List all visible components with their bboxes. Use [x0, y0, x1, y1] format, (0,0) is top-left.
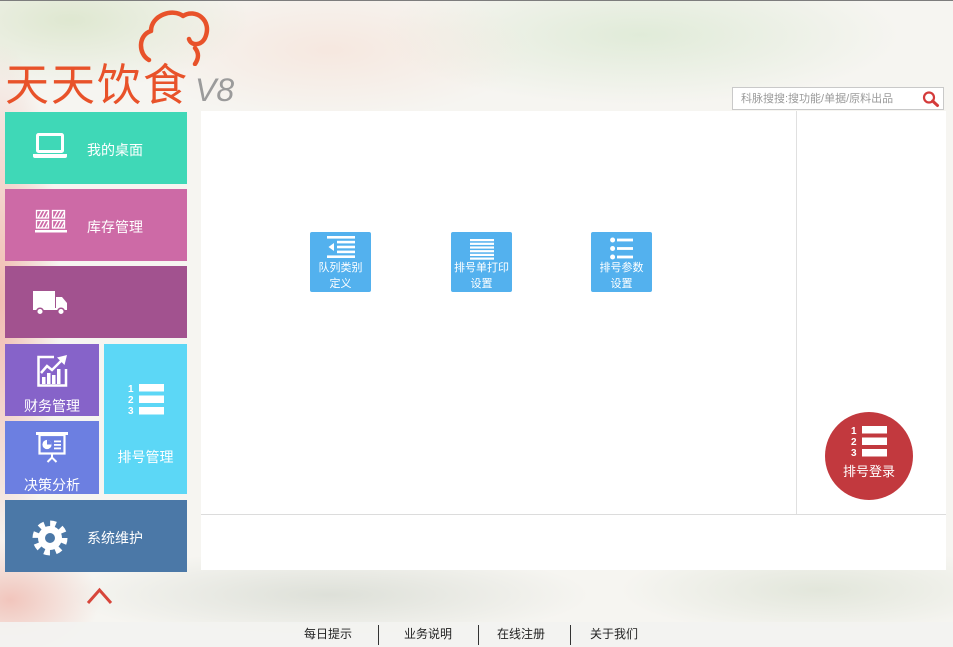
- sidebar-tile-system-maintenance[interactable]: 系统维护: [5, 500, 187, 572]
- sidebar-tile-label: 决策分析: [24, 477, 80, 493]
- sidebar-tile-finance[interactable]: 财务管理: [5, 344, 99, 416]
- sidebar-tile-label: 排号管理: [117, 449, 174, 465]
- search-box[interactable]: [732, 87, 944, 110]
- footer-divider: [570, 625, 571, 645]
- chef-hat-icon: [138, 10, 210, 66]
- main-panel: 队列类别 定义 排号单打印 设置 排号参数 设置: [201, 111, 796, 514]
- button-label: 队列类别: [318, 262, 363, 274]
- list-digit: 3: [128, 406, 134, 417]
- queue-login-button[interactable]: 1 2 3 排号登录: [825, 412, 913, 500]
- list-digit: 1: [128, 384, 134, 395]
- numbered-list-icon: 1 2 3: [128, 384, 164, 417]
- list-digit: 2: [851, 437, 857, 448]
- app-logo: 天天饮食 V8: [2, 4, 242, 110]
- footer-link-daily-tips[interactable]: 每日提示: [304, 622, 352, 647]
- laptop-icon: [33, 133, 67, 158]
- version-label: V8: [195, 72, 235, 108]
- finance-chart-icon: [37, 355, 68, 387]
- button-label: 排号单打印: [454, 262, 509, 274]
- logo-text: 天天饮食: [5, 61, 189, 110]
- list-digit: 2: [128, 395, 134, 406]
- search-input[interactable]: [733, 88, 917, 109]
- sidebar-tile-my-desktop[interactable]: 我的桌面: [5, 112, 187, 184]
- bullet-list-icon: [610, 237, 633, 260]
- queue-parameter-settings-button[interactable]: 排号参数 设置: [591, 232, 652, 292]
- footer-link-online-registration[interactable]: 在线注册: [497, 622, 545, 647]
- button-label: 定义: [329, 278, 352, 290]
- queue-category-definition-button[interactable]: 队列类别 定义: [310, 232, 371, 292]
- sidebar-tile-label: 财务管理: [24, 398, 80, 414]
- button-label: 设置: [470, 278, 493, 290]
- sidebar-tile-label: 我的桌面: [87, 142, 143, 158]
- sidebar-tile-inventory[interactable]: 库存管理: [5, 189, 187, 261]
- sidebar-tile-label: 库存管理: [87, 219, 143, 235]
- truck-icon: [33, 291, 67, 316]
- indent-list-icon: [327, 236, 355, 258]
- button-label: 排号参数: [599, 262, 644, 274]
- list-digit: 3: [851, 448, 857, 459]
- lines-icon: [470, 239, 494, 260]
- window-top-border: [0, 0, 953, 1]
- sidebar-tile-label: 系统维护: [87, 530, 143, 546]
- queue-login-label: 排号登录: [842, 464, 895, 479]
- sidebar-tile-queue-management[interactable]: 1 2 3 排号管理: [104, 344, 187, 494]
- footer-divider: [378, 625, 379, 645]
- chevron-up-icon: [86, 587, 113, 604]
- sidebar-tile-decision-analysis[interactable]: 决策分析: [5, 421, 99, 494]
- gear-icon: [32, 520, 68, 556]
- footer-link-about-us[interactable]: 关于我们: [590, 622, 638, 647]
- footer: 每日提示 业务说明 在线注册 关于我们: [0, 622, 953, 647]
- presentation-icon: [36, 432, 68, 463]
- sidebar-tile-delivery[interactable]: [5, 266, 187, 338]
- content-area: 队列类别 定义 排号单打印 设置 排号参数 设置 1 2 3 排号登录: [201, 111, 946, 570]
- warehouse-shelf-icon: [35, 209, 67, 233]
- search-button[interactable]: [921, 90, 941, 108]
- bottom-panel: [201, 515, 946, 570]
- footer-link-business-guide[interactable]: 业务说明: [404, 622, 452, 647]
- list-digit: 1: [851, 426, 857, 437]
- footer-divider: [478, 625, 479, 645]
- collapse-sidebar-button[interactable]: [86, 587, 113, 605]
- search-icon: [922, 91, 939, 107]
- numbered-list-icon: 1 2 3: [851, 426, 887, 459]
- button-label: 设置: [610, 278, 633, 290]
- queue-ticket-print-settings-button[interactable]: 排号单打印 设置: [451, 232, 512, 292]
